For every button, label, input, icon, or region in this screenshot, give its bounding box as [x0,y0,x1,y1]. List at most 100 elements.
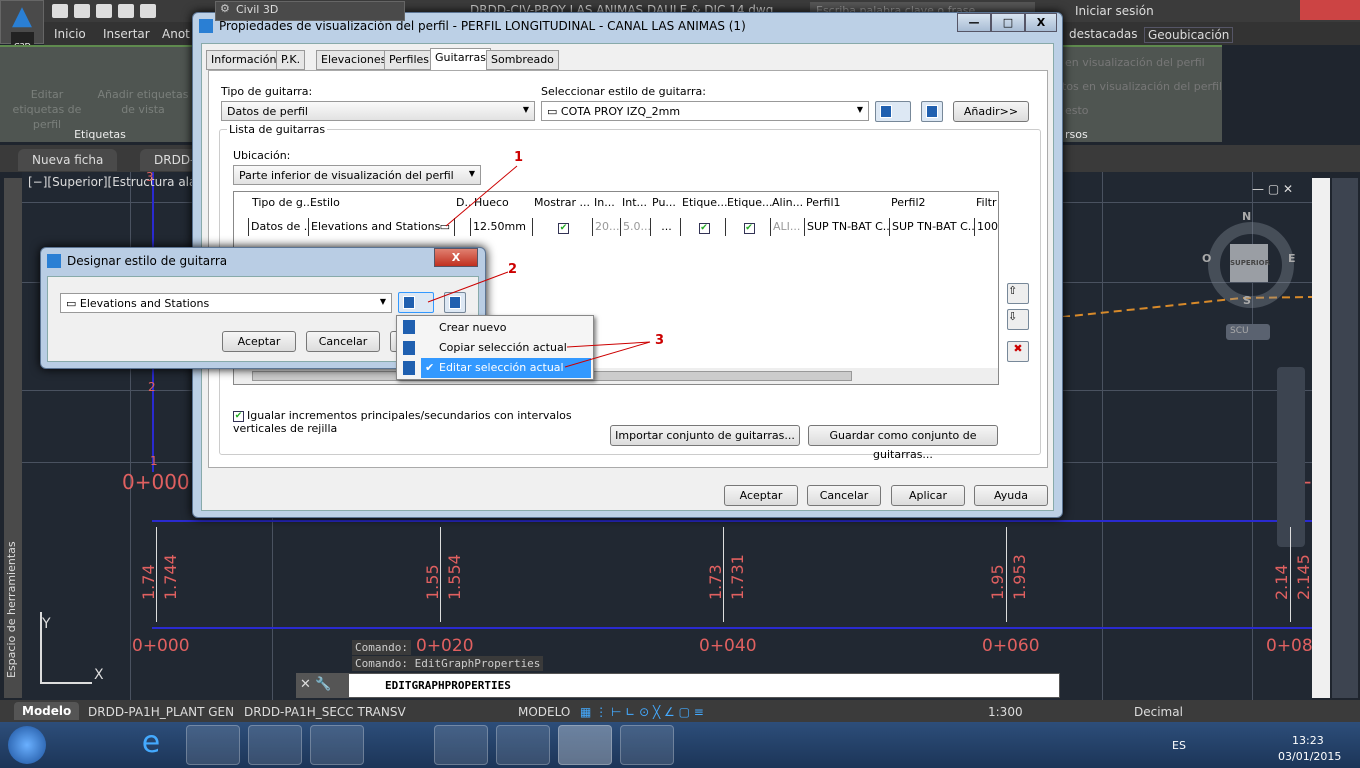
ribbon-tab-destacadas[interactable]: destacadas [1069,27,1137,41]
ok-button[interactable]: Aceptar [724,485,798,506]
clock-time[interactable]: 13:23 [1292,734,1324,747]
compass-west[interactable]: O [1202,252,1211,265]
cancel-button[interactable]: Cancelar [807,485,881,506]
layout-tab-model[interactable]: Modelo [14,702,80,720]
minimize-button[interactable]: — [957,13,991,32]
annotation-scale[interactable]: 1:300 [988,705,1023,719]
alignment-cell[interactable]: ALI... [770,218,804,236]
location-select[interactable]: Parte inferior de visualización del perf… [233,165,481,185]
command-input[interactable]: EDITGRAPHPROPERTIES [385,679,511,692]
column-header[interactable]: In... [594,196,615,209]
import-bandset-button[interactable]: Importar conjunto de guitarras... [610,425,800,446]
ribbon-item[interactable]: tos en visualización del perfil [1062,79,1222,94]
label-checkbox[interactable]: ✔ [680,218,725,236]
band-type-select[interactable]: Datos de perfil ▼ [221,101,535,121]
show-checkbox[interactable]: ✔ [532,218,592,236]
type-cell[interactable]: Datos de ... [248,218,308,236]
band-style-select[interactable]: ▭ Elevations and Stations ▼ [60,293,392,313]
tab-perfiles[interactable]: Perfiles [384,50,435,70]
tool-palette-bar[interactable]: Espacio de herramientas [4,178,22,698]
grid-toggle[interactable]: ▦ ⋮ ⊢ ∟ ⊙ ╳ ∠ ▢ ≡ [580,705,704,719]
viewport-controls[interactable]: — ▢ ✕ [1252,182,1293,196]
doc-tab-new[interactable]: Nueva ficha [18,149,118,171]
menu-item-copy-current[interactable]: Copiar selección actual [439,341,567,354]
explorer-icon[interactable] [248,725,302,765]
compass-south[interactable]: S [1243,294,1251,307]
layout-tab[interactable]: DRDD-PA1H_PLANT GEN [88,705,234,719]
language-indicator[interactable]: ES [1172,739,1186,752]
taskbar-app[interactable] [62,725,116,765]
add-button[interactable]: Añadir>> [953,101,1029,122]
osnap-toolbar[interactable] [1332,178,1358,698]
ucs-menu[interactable]: SCU [1226,324,1270,340]
horizontal-scrollbar[interactable] [234,368,998,384]
in-cell[interactable]: 20... [592,218,620,236]
band-style-select[interactable]: ▭ COTA PROY IZQ_2mm ▼ [541,101,869,121]
menu-item-create-new[interactable]: Crear nuevo [439,321,506,334]
preview-style-button[interactable] [444,292,466,313]
workspace-select[interactable]: ⚙ Civil 3D [215,1,405,21]
d-cell[interactable] [454,218,470,236]
civil3d-icon[interactable] [558,725,612,765]
viewport-label[interactable]: [−][Superior][Estructura alámb [28,175,216,189]
profile2-cell[interactable]: SUP TN-BAT C... [889,218,974,236]
column-header[interactable]: Hueco [474,196,509,209]
save-bandset-button[interactable]: Guardar como conjunto de guitarras... [808,425,998,461]
gap-cell[interactable]: 12.50mm [470,218,532,236]
column-header[interactable]: Etique... [727,196,773,209]
edit-style-dropdown-button[interactable] [398,292,434,313]
tab-pk[interactable]: P.K. [276,50,306,70]
style-cell[interactable]: Elevations and Stations ▭ [308,218,454,236]
command-line[interactable]: EDITGRAPHPROPERTIES [348,673,1060,698]
ccleaner-icon[interactable] [434,725,488,765]
ribbon-item[interactable]: en visualización del perfil [1065,55,1205,70]
ribbon-tab-geoubicacion[interactable]: Geoubicación [1144,27,1234,43]
viewcube-face[interactable]: SUPERIOR [1230,244,1270,282]
ribbon-tab-inicio[interactable]: Inicio [54,27,86,41]
login-button[interactable]: Iniciar sesión [1075,4,1154,18]
menu-item-edit-current[interactable]: Editar selección actual [439,361,564,374]
navigation-bar[interactable] [1277,367,1305,547]
quick-access-toolbar[interactable] [52,4,162,21]
column-header[interactable]: Estilo [310,196,340,209]
filter-cell[interactable]: 100. [974,218,998,236]
label-checkbox[interactable]: ✔ [725,218,770,236]
column-header[interactable]: D.. [456,196,471,209]
ribbon-item[interactable]: esto [1065,103,1089,118]
preview-style-button[interactable] [921,101,943,122]
compass-east[interactable]: E [1288,252,1296,265]
column-header[interactable]: Etique... [682,196,728,209]
clock-date[interactable]: 03/01/2015 [1278,750,1341,763]
close-button[interactable]: X [1025,13,1057,32]
edit-profile-labels-button[interactable]: Editar etiquetas de perfil [4,87,90,132]
command-line-controls[interactable]: ✕ 🔧 [296,673,348,698]
ribbon-tab-insertar[interactable]: Insertar [103,27,150,41]
help-button[interactable]: Ayuda [974,485,1048,506]
layout-tab[interactable]: DRDD-PA1H_SECC TRANSV [244,705,406,719]
word-icon[interactable] [186,725,240,765]
profile1-cell[interactable]: SUP TN-BAT C... [804,218,889,236]
column-header[interactable]: Mostrar ... [534,196,590,209]
match-increments-checkbox[interactable]: ✔ Igualar incrementos principales/secunda… [233,409,593,435]
add-view-labels-button[interactable]: Añadir etiquetas de vista [96,87,190,117]
column-header[interactable]: Int... [622,196,647,209]
maximize-button[interactable]: □ [991,13,1025,32]
app-menu-button[interactable]: ▲C3D [0,0,44,62]
close-button[interactable]: X [434,248,478,267]
tab-sombreado[interactable]: Sombreado [486,50,559,70]
app-icon[interactable] [496,725,550,765]
window-controls[interactable] [1300,0,1360,20]
ok-button[interactable]: Aceptar [222,331,296,352]
column-header[interactable]: Perfil2 [891,196,926,209]
cancel-button[interactable]: Cancelar [306,331,380,352]
move-up-button[interactable]: ⇧ [1007,283,1029,304]
model-space-toggle[interactable]: MODELO [518,705,570,719]
start-button[interactable] [8,726,46,764]
apply-button[interactable]: Aplicar [891,485,965,506]
ie-icon[interactable]: e [124,725,178,765]
int-cell[interactable]: 5.0... [620,218,650,236]
band-style-icon[interactable]: ▭ [440,218,450,235]
tab-informacion[interactable]: Información [206,50,282,70]
units-select[interactable]: Decimal [1134,705,1183,719]
points-button[interactable]: ... [650,218,680,236]
